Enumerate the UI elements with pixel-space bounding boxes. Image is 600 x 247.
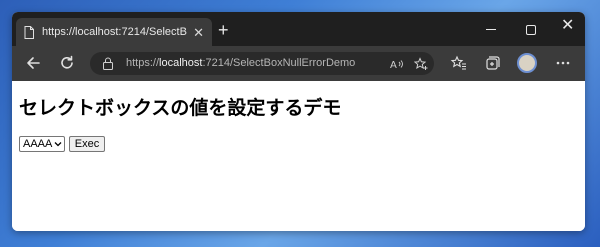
address-url[interactable]: https://localhost:7214/SelectBoxNullErro… <box>126 57 355 69</box>
page-content: セレクトボックスの値を設定するデモ AAAA Exec <box>12 81 585 231</box>
window-close-icon[interactable]: ✕ <box>561 18 574 34</box>
maximize-icon[interactable] <box>526 25 536 35</box>
document-icon <box>24 25 34 39</box>
more-menu-icon[interactable] <box>554 54 572 72</box>
collections-icon[interactable] <box>483 54 501 72</box>
exec-button[interactable]: Exec <box>69 136 105 152</box>
favorites-icon[interactable] <box>450 54 468 72</box>
read-aloud-icon[interactable]: A <box>390 57 404 71</box>
page-title: セレクトボックスの値を設定するデモ <box>19 97 342 119</box>
select-value: AAAA <box>23 138 53 150</box>
tab-title: https://localhost:7214/SelectBoxI <box>42 26 188 38</box>
tab-close-icon[interactable]: ✕ <box>193 26 204 39</box>
new-tab-button[interactable]: + <box>218 21 229 39</box>
chevron-down-icon <box>54 142 62 147</box>
browser-tab[interactable]: https://localhost:7214/SelectBoxI ✕ <box>16 18 212 46</box>
url-scheme: https:// <box>126 57 160 69</box>
select-box[interactable]: AAAA <box>19 136 65 152</box>
refresh-icon[interactable] <box>58 54 76 72</box>
minimize-icon[interactable] <box>486 29 496 30</box>
back-arrow-icon[interactable] <box>24 54 42 72</box>
browser-toolbar: https://localhost:7214/SelectBoxNullErro… <box>12 46 585 81</box>
avatar[interactable] <box>517 53 537 73</box>
svg-text:A: A <box>390 60 397 71</box>
title-bar: https://localhost:7214/SelectBoxI ✕ + ✕ <box>12 12 585 46</box>
url-path: :7214/SelectBoxNullErrorDemo <box>202 57 356 69</box>
address-bar[interactable]: https://localhost:7214/SelectBoxNullErro… <box>90 52 434 75</box>
add-favorite-icon[interactable] <box>414 57 428 71</box>
url-host: localhost <box>159 57 203 69</box>
browser-window: https://localhost:7214/SelectBoxI ✕ + ✕ … <box>12 12 585 231</box>
lock-icon[interactable] <box>102 57 114 70</box>
